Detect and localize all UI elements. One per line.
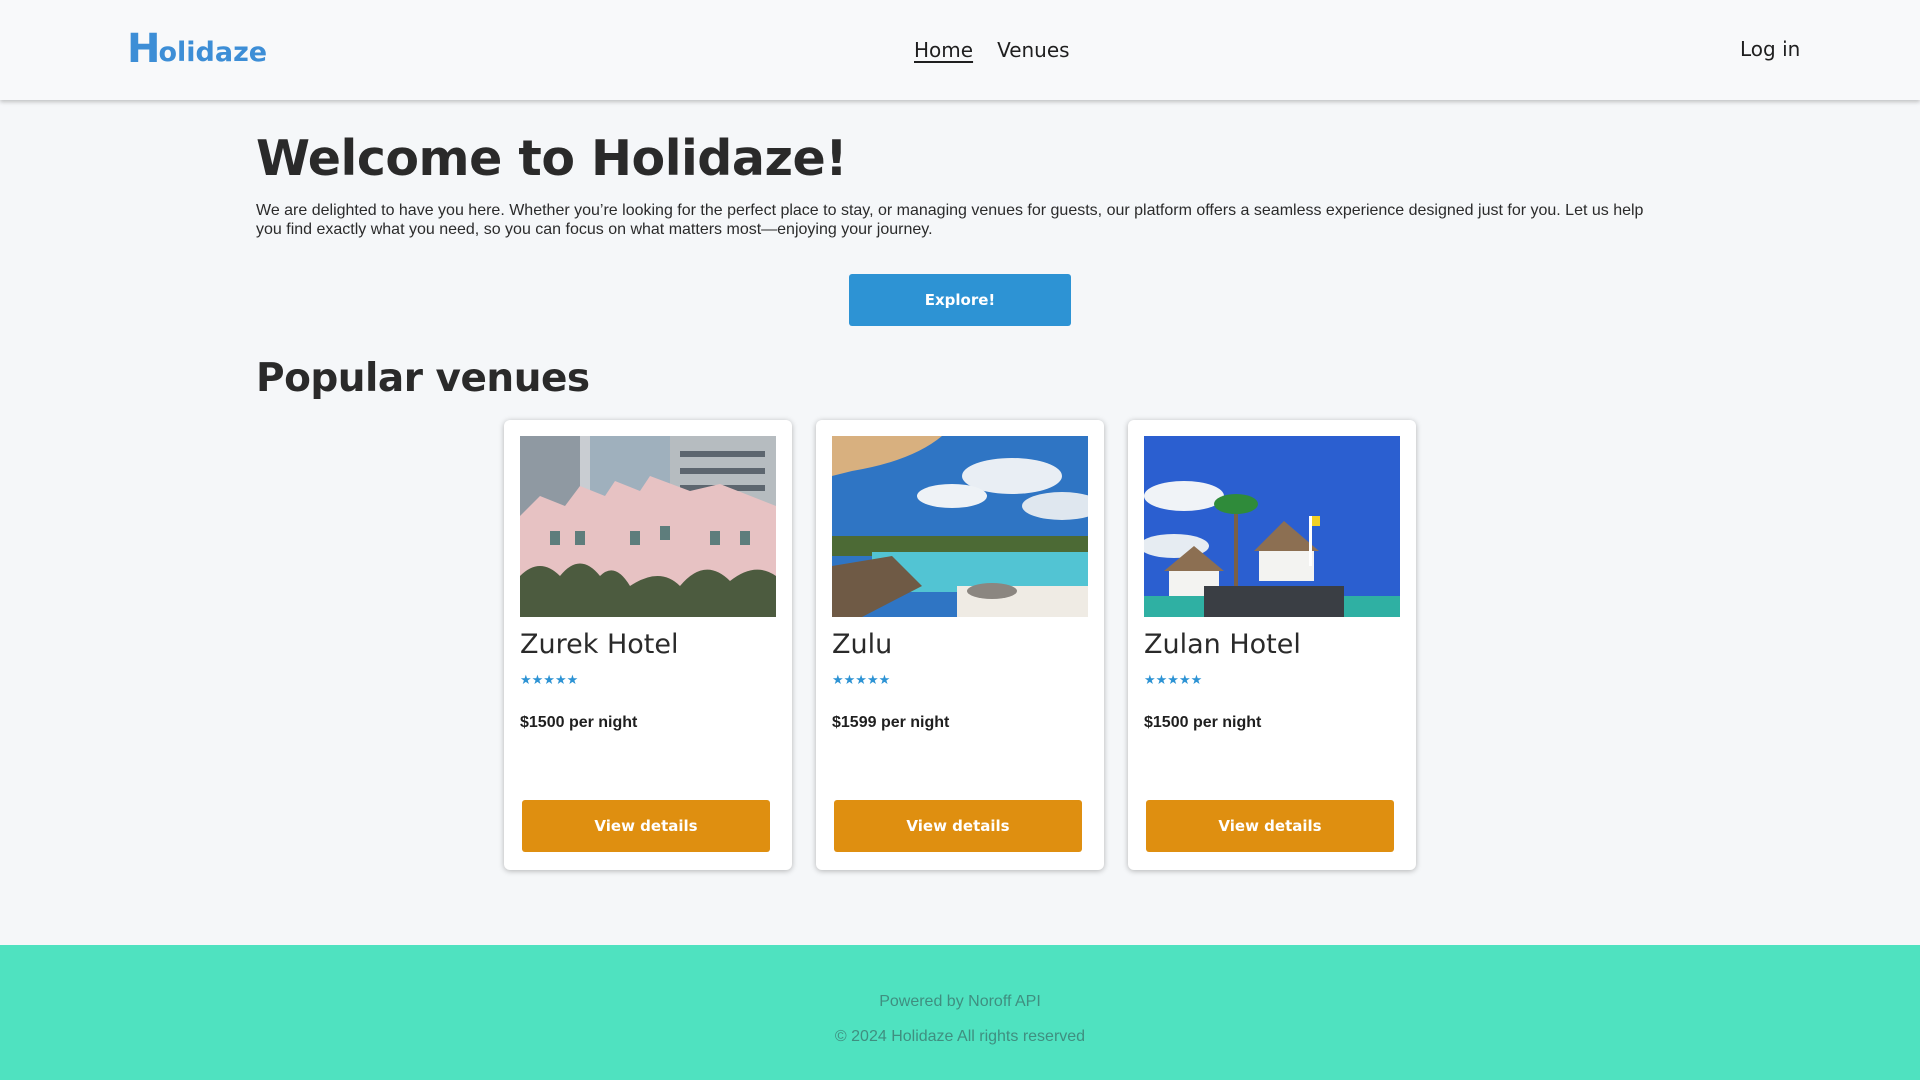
venue-name: Zurek Hotel bbox=[520, 629, 679, 660]
login-link[interactable]: Log in bbox=[1740, 37, 1800, 61]
venue-cards: Zurek Hotel ★★★★★ $1500 per night View d… bbox=[504, 420, 1416, 870]
venue-card[interactable]: Zulan Hotel ★★★★★ $1500 per night View d… bbox=[1128, 420, 1416, 870]
view-details-button[interactable]: View details bbox=[1146, 800, 1394, 852]
venue-price: $1599 per night bbox=[832, 714, 950, 731]
footer-copyright: © 2024 Holidaze All rights reserved bbox=[834, 1028, 1086, 1045]
venue-price: $1500 per night bbox=[520, 714, 638, 731]
popular-venues-heading: Popular venues bbox=[256, 356, 590, 401]
page-title: Welcome to Holidaze! bbox=[256, 130, 848, 187]
venue-card[interactable]: Zurek Hotel ★★★★★ $1500 per night View d… bbox=[504, 420, 792, 870]
holidaze-logo[interactable]: H olidaze bbox=[127, 26, 268, 72]
venue-name: Zulu bbox=[832, 629, 893, 660]
venue-card[interactable]: Zulu ★★★★★ $1599 per night View details bbox=[816, 420, 1104, 870]
logo-letter-h: H bbox=[127, 26, 161, 72]
logo-wordmark: olidaze bbox=[158, 37, 268, 68]
venue-image-pool-resort[interactable] bbox=[832, 436, 1088, 617]
rating-stars-icon: ★★★★★ bbox=[832, 673, 891, 688]
nav-home-link[interactable]: Home bbox=[914, 38, 973, 62]
venue-price: $1500 per night bbox=[1144, 714, 1262, 731]
footer-powered-by: Powered by Noroff API bbox=[879, 993, 1041, 1010]
venue-name: Zulan Hotel bbox=[1144, 629, 1301, 660]
view-details-button[interactable]: View details bbox=[522, 800, 770, 852]
welcome-description: We are delighted to have you here. Wheth… bbox=[256, 202, 1644, 238]
nav-venues-link[interactable]: Venues bbox=[997, 38, 1070, 62]
rating-stars-icon: ★★★★★ bbox=[520, 673, 579, 688]
site-header: H olidaze Home Venues Log in bbox=[0, 0, 1920, 100]
view-details-button[interactable]: View details bbox=[834, 800, 1082, 852]
explore-button[interactable]: Explore! bbox=[849, 274, 1071, 326]
site-footer: Powered by Noroff API © 2024 Holidaze Al… bbox=[0, 945, 1920, 1080]
venue-image-pink-hotel[interactable] bbox=[520, 436, 776, 617]
rating-stars-icon: ★★★★★ bbox=[1144, 673, 1203, 688]
main-nav: Home Venues bbox=[914, 38, 1070, 62]
venue-image-tropical-villa[interactable] bbox=[1144, 436, 1400, 617]
